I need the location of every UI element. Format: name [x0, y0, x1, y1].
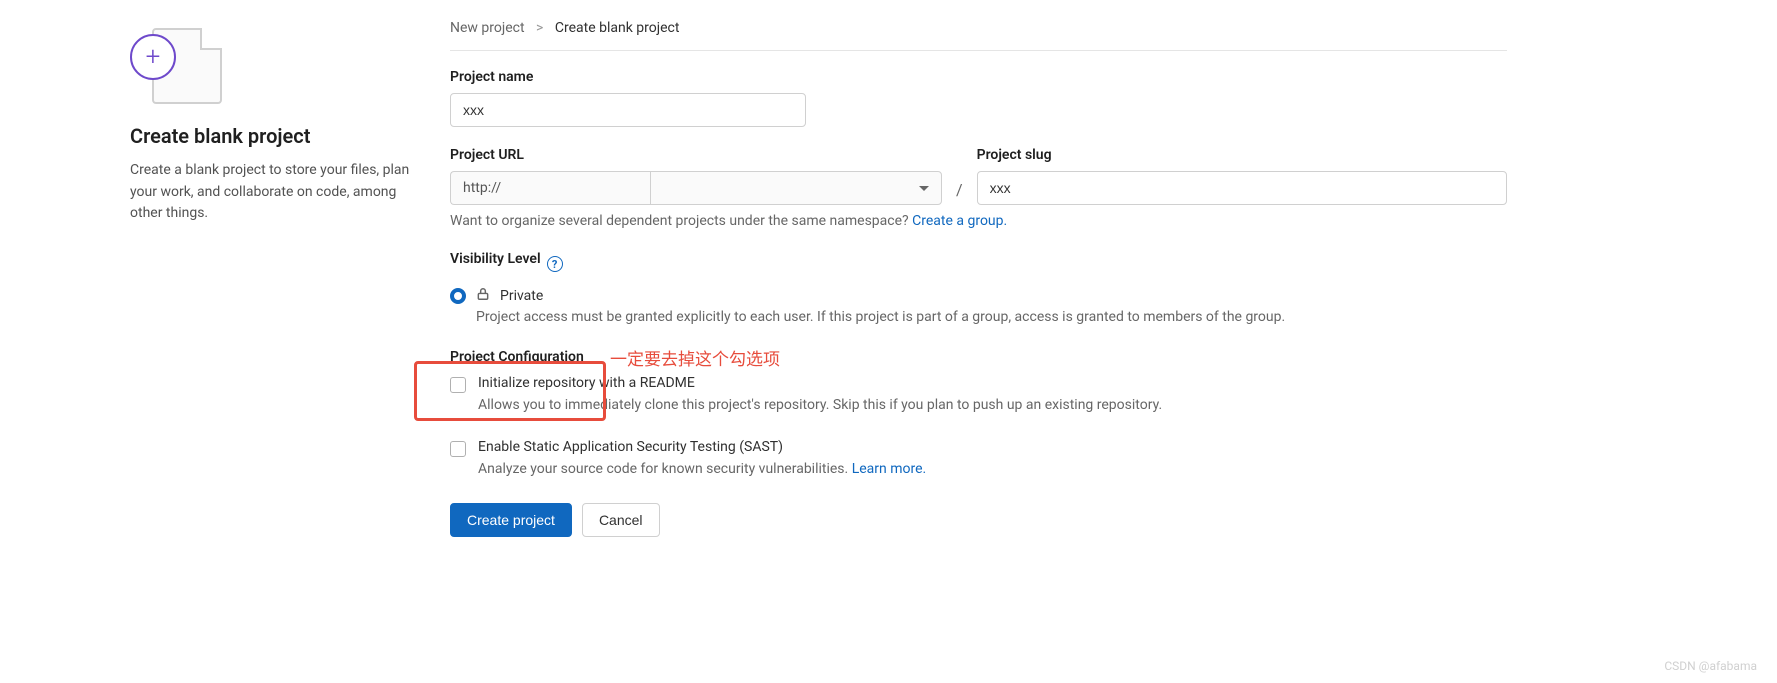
url-prefix: http://	[450, 171, 650, 205]
project-slug-input[interactable]	[977, 171, 1507, 205]
namespace-select[interactable]	[650, 171, 942, 205]
namespace-hint: Want to organize several dependent proje…	[450, 213, 1507, 229]
private-radio[interactable]	[450, 288, 466, 304]
visibility-level-label: Visibility Level	[450, 251, 541, 267]
sidebar: + Create blank project Create a blank pr…	[130, 20, 450, 537]
annotation-text: 一定要去掉这个勾选项	[610, 345, 780, 370]
breadcrumb-current: Create blank project	[555, 20, 680, 36]
readme-checkbox-label: Initialize repository with a README	[478, 375, 695, 391]
plus-icon: +	[130, 34, 176, 80]
sidebar-description: Create a blank project to store your fil…	[130, 160, 420, 225]
project-configuration-label: Project Configuration	[450, 349, 584, 365]
sidebar-title: Create blank project	[130, 124, 420, 148]
sast-checkbox-label: Enable Static Application Security Testi…	[478, 439, 783, 455]
url-slash: /	[952, 180, 967, 205]
sast-checkbox[interactable]	[450, 441, 466, 457]
create-project-button[interactable]: Create project	[450, 503, 572, 537]
main-form: New project > Create blank project Proje…	[450, 20, 1777, 537]
project-name-input[interactable]	[450, 93, 806, 127]
sast-description: Analyze your source code for known secur…	[478, 461, 1507, 477]
blank-project-icon: +	[130, 20, 220, 104]
readme-checkbox[interactable]	[450, 377, 466, 393]
help-icon[interactable]: ?	[547, 256, 563, 272]
project-name-label: Project name	[450, 69, 1507, 85]
breadcrumb-parent[interactable]: New project	[450, 20, 525, 36]
breadcrumb-separator: >	[536, 20, 543, 36]
private-label: Private	[500, 288, 543, 304]
project-slug-label: Project slug	[977, 147, 1507, 163]
sast-learn-more-link[interactable]: Learn more.	[852, 461, 927, 477]
readme-description: Allows you to immediately clone this pro…	[478, 397, 1507, 413]
lock-icon	[476, 287, 490, 305]
create-group-link[interactable]: Create a group.	[912, 213, 1007, 229]
cancel-button[interactable]: Cancel	[582, 503, 660, 537]
watermark: CSDN @afabama	[1664, 659, 1757, 673]
private-description: Project access must be granted explicitl…	[476, 309, 1507, 325]
breadcrumb: New project > Create blank project	[450, 20, 1507, 51]
project-url-label: Project URL	[450, 147, 942, 163]
